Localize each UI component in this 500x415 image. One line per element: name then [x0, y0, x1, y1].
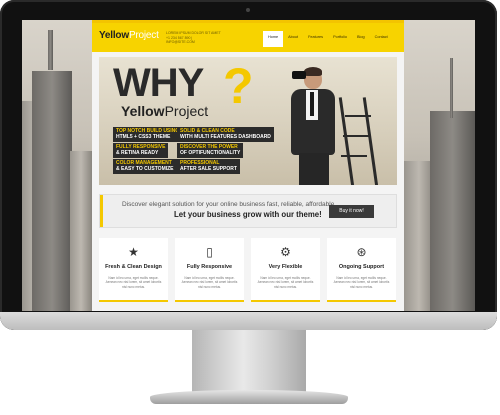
camera-dot — [246, 8, 250, 12]
hero-slider: WHY ? YellowProject TOP NOTCH BUILD USIN… — [99, 57, 397, 185]
feature-line: AFTER SALE SUPPORT — [180, 165, 237, 172]
buy-button[interactable]: Buy it now! — [329, 205, 374, 218]
ladder-step — [343, 135, 369, 137]
site-logo[interactable]: YellowProject — [99, 30, 159, 41]
lifebuoy-icon: ⊛ — [356, 245, 367, 259]
hero-question-mark: ? — [223, 58, 254, 114]
businessman-hair — [304, 67, 322, 76]
feature-text: Nam id leo urna, eget mollis neque. Aene… — [257, 276, 314, 289]
hero-feature: TOP NOTCH BUILD USING HTML5 + CSS3 THEME — [113, 127, 183, 142]
feature-line: OF OPTIFUNCTIONALITY — [180, 149, 241, 156]
nav-blog[interactable]: Blog — [352, 31, 370, 47]
ladder-rail — [338, 97, 355, 185]
nav-home[interactable]: Home — [263, 31, 284, 47]
logo-rest: Project — [128, 30, 159, 41]
hero-subtitle: YellowProject — [121, 103, 208, 119]
feature-title: Ongoing Support — [338, 264, 385, 270]
banner-text: Discover elegant solution for your onlin… — [122, 201, 337, 208]
nav-about[interactable]: About — [283, 31, 303, 47]
feature-box[interactable]: ▯ Fully Responsive Nam id leo urna, eget… — [175, 238, 244, 302]
hero-feature: SOLID & CLEAN CODE WITH MULTI FEATURES DA… — [177, 127, 274, 142]
gear-icon: ⚙ — [280, 245, 291, 259]
phone-icon: ▯ — [206, 245, 213, 259]
ladder-rail — [362, 97, 379, 185]
feature-line: & EASY TO CUSTOMIZE — [116, 165, 174, 172]
monitor-base — [150, 390, 348, 404]
feature-boxes: ★ Fresh & Clean Design Nam id leo urna, … — [99, 238, 397, 302]
building — [70, 151, 92, 311]
binoculars-icon — [292, 71, 306, 79]
businessman-tie — [310, 92, 314, 116]
feature-line: & RETINA READY — [116, 149, 159, 156]
feature-line: WITH MULTI FEATURES DASHBOARD — [180, 133, 271, 140]
ladder-step — [341, 155, 367, 157]
feature-title: Very Flexible — [268, 264, 303, 270]
hero-feature: PROFESSIONAL AFTER SALE SUPPORT — [177, 159, 240, 174]
nav-portfolio[interactable]: Portfolio — [328, 31, 352, 47]
feature-box[interactable]: ⚙ Very Flexible Nam id leo urna, eget mo… — [251, 238, 320, 302]
hero-feature: DISCOVER THE POWER OF OPTIFUNCTIONALITY — [177, 143, 244, 158]
hero-headline: WHY — [113, 61, 204, 105]
contact-line: LOREM IPSUM DOLOR SIT AMET — [166, 31, 221, 35]
logo-brand: Yellow — [99, 30, 129, 41]
star-icon: ★ — [128, 245, 139, 259]
feature-line: HTML5 + CSS3 THEME — [116, 133, 171, 140]
feature-title: Fully Responsive — [186, 264, 233, 270]
banner-headline: Let your business grow with our theme! — [174, 210, 322, 219]
main-nav: Home About Features Portfolio Blog Conta… — [263, 31, 393, 47]
feature-title: Fresh & Clean Design — [105, 264, 162, 270]
ladder-step — [345, 115, 371, 117]
feature-box[interactable]: ⊛ Ongoing Support Nam id leo urna, eget … — [327, 238, 396, 302]
subtitle-rest: Project — [164, 103, 209, 119]
businessman-legs — [299, 153, 329, 185]
feature-text: Nam id leo urna, eget mollis neque. Aene… — [181, 276, 238, 289]
feature-box[interactable]: ★ Fresh & Clean Design Nam id leo urna, … — [99, 238, 168, 302]
nav-contact[interactable]: Contact — [370, 31, 393, 47]
imac-mockup: YellowProject LOREM IPSUM DOLOR SIT AMET… — [0, 0, 500, 415]
monitor-bezel: YellowProject LOREM IPSUM DOLOR SIT AMET… — [0, 0, 497, 330]
header-contact: LOREM IPSUM DOLOR SIT AMET +1 234 567 89… — [166, 31, 221, 45]
banner-accent — [100, 195, 103, 227]
tower-spire — [450, 58, 453, 118]
hero-feature: FULLY RESPONSIVE & RETINA READY — [113, 143, 169, 158]
site-header: YellowProject LOREM IPSUM DOLOR SIT AMET… — [92, 20, 404, 52]
hero-feature: COLOR MANAGEMENT & EASY TO CUSTOMIZE — [113, 159, 177, 174]
website-preview: YellowProject LOREM IPSUM DOLOR SIT AMET… — [92, 20, 404, 311]
contact-line: +1 234 567 890 | INFO@SITE.COM — [166, 35, 195, 45]
feature-text: Nam id leo urna, eget mollis neque. Aene… — [333, 276, 390, 289]
monitor-stand — [192, 330, 306, 392]
empire-building — [32, 71, 72, 311]
subtitle-brand: Yellow — [121, 103, 165, 119]
feature-text: Nam id leo urna, eget mollis neque. Aene… — [105, 276, 162, 289]
spire — [48, 30, 53, 70]
monitor-chin — [0, 312, 497, 330]
promo-banner: Discover elegant solution for your onlin… — [99, 194, 397, 228]
nav-features[interactable]: Features — [303, 31, 328, 47]
monitor-screen: YellowProject LOREM IPSUM DOLOR SIT AMET… — [22, 20, 475, 311]
tower-building — [430, 111, 475, 311]
